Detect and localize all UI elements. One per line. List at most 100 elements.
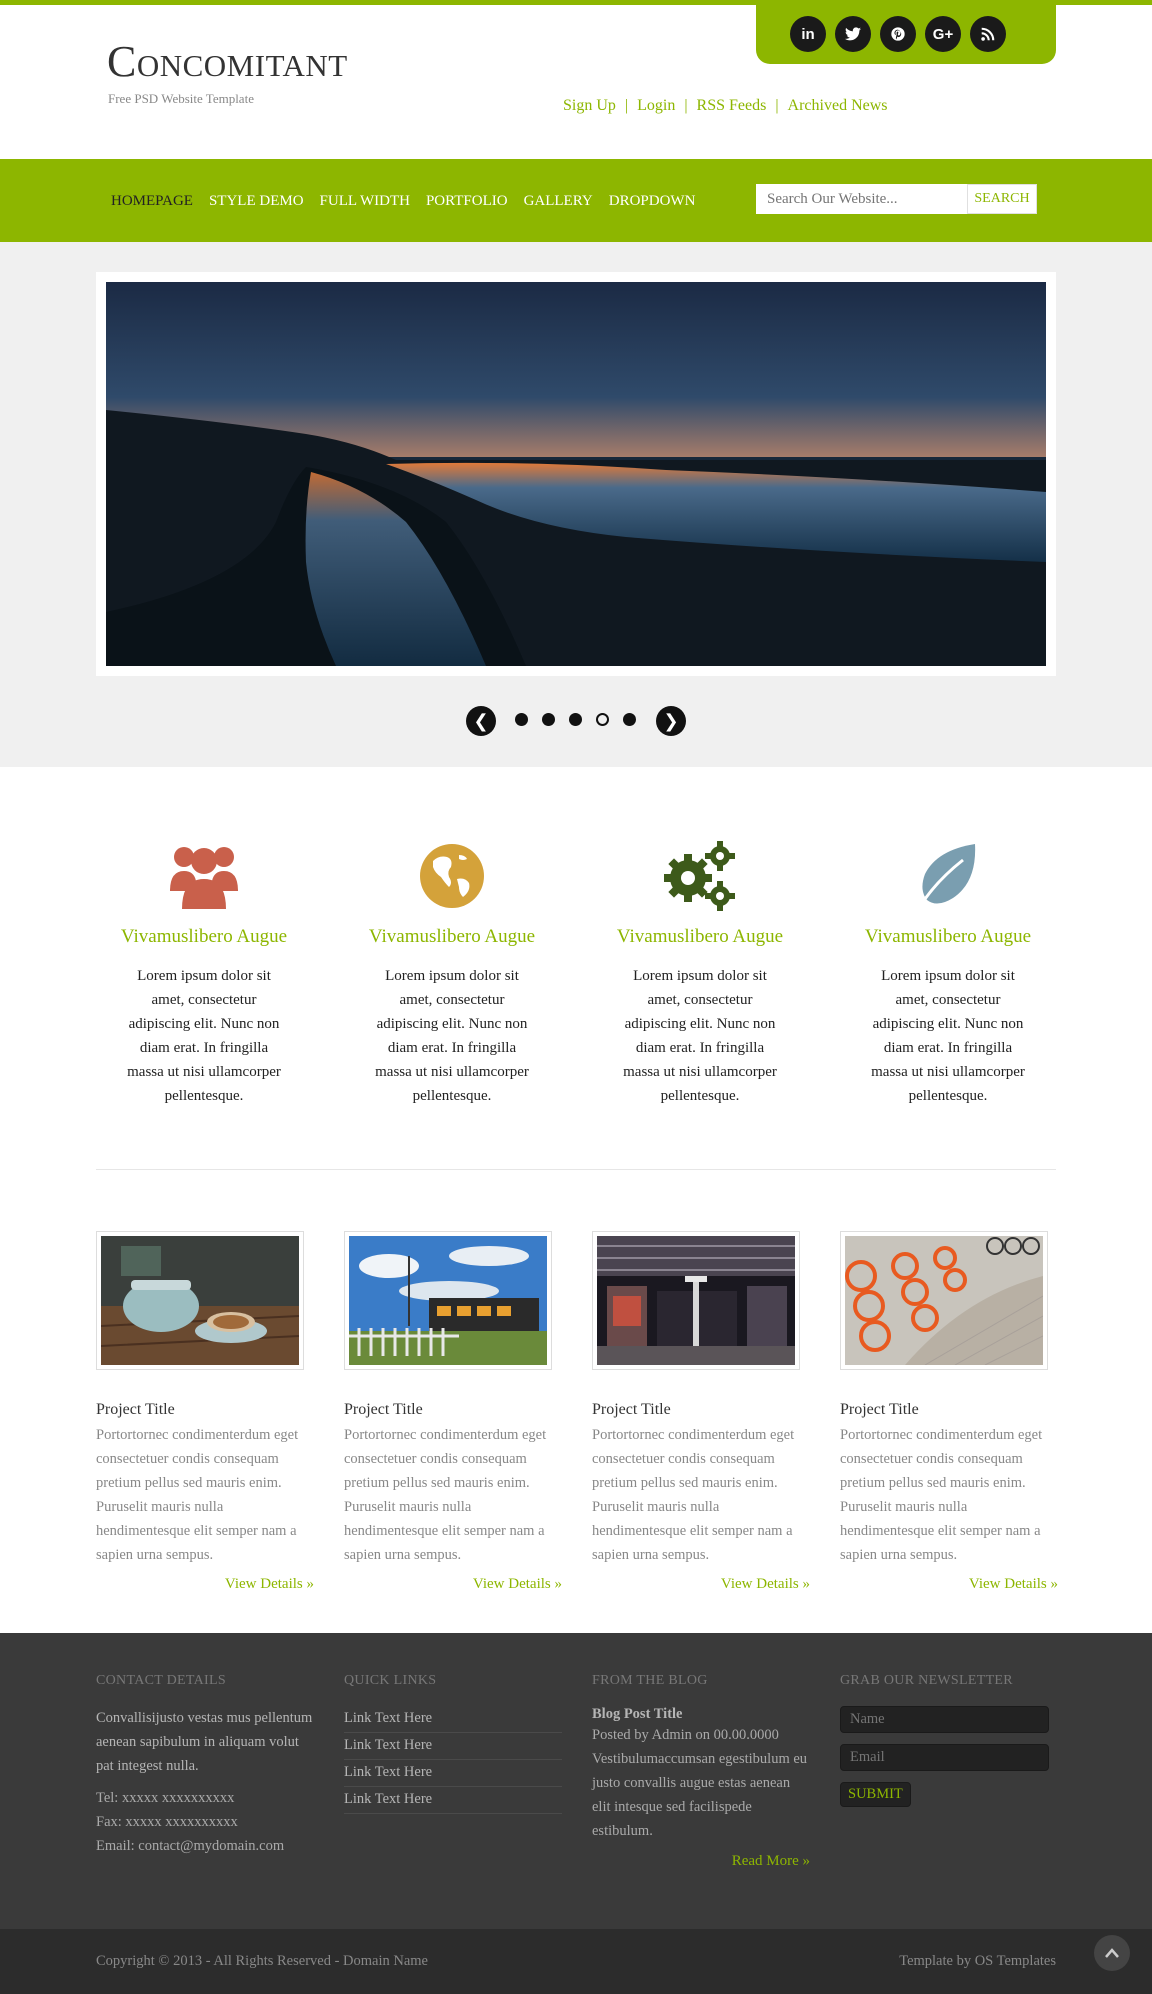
search-button[interactable]: SEARCH bbox=[967, 184, 1037, 214]
slider-prev-button[interactable]: ❮ bbox=[466, 706, 496, 736]
site-logo-title[interactable]: Concomitant bbox=[107, 37, 348, 87]
link-separator: | bbox=[624, 97, 629, 114]
project-title: Project Title bbox=[592, 1401, 671, 1418]
project-title: Project Title bbox=[840, 1401, 919, 1418]
project-image-frame[interactable] bbox=[840, 1231, 1048, 1370]
nav-item-gallery[interactable]: GALLERY bbox=[524, 193, 593, 209]
slider-dot[interactable] bbox=[569, 713, 582, 726]
quick-links-list: Link Text Here Link Text Here Link Text … bbox=[344, 1706, 562, 1814]
contact-email[interactable]: Email: contact@mydomain.com bbox=[96, 1834, 314, 1858]
newsletter-name-input[interactable] bbox=[840, 1706, 1049, 1733]
view-details-link[interactable]: View Details » bbox=[96, 1576, 314, 1593]
nav-item-portfolio[interactable]: PORTFOLIO bbox=[426, 193, 508, 209]
google-plus-icon[interactable]: G+ bbox=[925, 16, 961, 52]
newsletter-submit-button[interactable]: SUBMIT bbox=[840, 1782, 911, 1807]
copyright-bar: Copyright © 2013 - All Rights Reserved -… bbox=[0, 1929, 1152, 1994]
project-image-frame[interactable] bbox=[592, 1231, 800, 1370]
feature-text: Lorem ipsum dolor sit amet, consectetur … bbox=[623, 968, 777, 1104]
blog-post-excerpt: Vestibulumaccumsan egestibulum eu justo … bbox=[592, 1751, 808, 1839]
project-text: Portortornec condimenterdum eget consect… bbox=[840, 1427, 1043, 1563]
coffee-cup-photo bbox=[101, 1236, 299, 1365]
link-separator: | bbox=[684, 97, 688, 114]
newsletter-form: SUBMIT bbox=[840, 1706, 1058, 1807]
twitter-icon[interactable] bbox=[835, 16, 871, 52]
feature-text: Lorem ipsum dolor sit amet, consectetur … bbox=[871, 968, 1025, 1104]
search-input[interactable] bbox=[756, 184, 967, 214]
read-more-link[interactable]: Read More » bbox=[592, 1853, 810, 1870]
project-title: Project Title bbox=[344, 1401, 423, 1418]
feature-title: Vivamuslibero Augue bbox=[368, 926, 536, 947]
slider-next-button[interactable]: ❯ bbox=[656, 706, 686, 736]
leaf-icon bbox=[840, 840, 1056, 912]
quick-link[interactable]: Link Text Here bbox=[344, 1787, 562, 1814]
rss-icon[interactable] bbox=[970, 16, 1006, 52]
back-to-top-icon[interactable] bbox=[1094, 1935, 1130, 1971]
nav-item-homepage[interactable]: HOMEPAGE bbox=[111, 193, 193, 209]
slider-dot[interactable] bbox=[542, 713, 555, 726]
footer-quick-links-column: QUICK LINKS Link Text Here Link Text Her… bbox=[344, 1673, 562, 1814]
project-image-frame[interactable] bbox=[344, 1231, 552, 1370]
project-text: Portortornec condimenterdum eget consect… bbox=[344, 1427, 547, 1563]
nav-item-style-demo[interactable]: STYLE DEMO bbox=[209, 193, 304, 209]
archived-news-link[interactable]: Archived News bbox=[788, 97, 888, 114]
quick-link[interactable]: Link Text Here bbox=[344, 1706, 562, 1733]
feature-block: Vivamuslibero Augue Lorem ipsum dolor si… bbox=[96, 840, 312, 1108]
contact-fax: Fax: xxxxx xxxxxxxxxx bbox=[96, 1814, 238, 1830]
image-slider: ❮ ❯ bbox=[0, 242, 1152, 767]
globe-icon bbox=[344, 840, 560, 912]
project-card: Project Title Portortornec condimenterdu… bbox=[96, 1231, 314, 1593]
view-details-link[interactable]: View Details » bbox=[344, 1576, 562, 1593]
link-separator: | bbox=[775, 97, 779, 114]
nav-item-full-width[interactable]: FULL WIDTH bbox=[320, 193, 410, 209]
sign-up-link[interactable]: Sign Up bbox=[563, 97, 616, 114]
login-link[interactable]: Login bbox=[637, 97, 675, 114]
project-card: Project Title Portortornec condimenterdu… bbox=[344, 1231, 562, 1593]
social-links-bar: in G+ bbox=[756, 5, 1056, 64]
feature-block: Vivamuslibero Augue Lorem ipsum dolor si… bbox=[344, 840, 560, 1108]
linkedin-icon[interactable]: in bbox=[790, 16, 826, 52]
slide-image-sunset-shore[interactable] bbox=[106, 282, 1046, 666]
blog-post-title[interactable]: Blog Post Title bbox=[592, 1706, 810, 1723]
site-footer: CONTACT DETAILS Convallisijusto vestas m… bbox=[0, 1633, 1152, 1929]
template-credit[interactable]: Template by OS Templates bbox=[899, 1953, 1056, 1970]
feature-block: Vivamuslibero Augue Lorem ipsum dolor si… bbox=[840, 840, 1056, 1108]
site-logo-subtitle: Free PSD Website Template bbox=[108, 91, 254, 106]
slider-dot[interactable] bbox=[515, 713, 528, 726]
pinterest-icon[interactable] bbox=[880, 16, 916, 52]
site-header: Concomitant Free PSD Website Template in… bbox=[0, 5, 1152, 159]
section-divider bbox=[96, 1169, 1056, 1170]
newsletter-email-input[interactable] bbox=[840, 1744, 1049, 1771]
slide-frame bbox=[96, 272, 1056, 676]
project-text: Portortornec condimenterdum eget consect… bbox=[96, 1427, 299, 1563]
nav-item-dropdown[interactable]: DROPDOWN bbox=[609, 193, 696, 209]
footer-contact-column: CONTACT DETAILS Convallisijusto vestas m… bbox=[96, 1673, 314, 1858]
quick-link[interactable]: Link Text Here bbox=[344, 1760, 562, 1787]
feature-title: Vivamuslibero Augue bbox=[616, 926, 784, 947]
users-icon bbox=[96, 840, 312, 912]
contact-description: Convallisijusto vestas mus pellentum aen… bbox=[96, 1710, 313, 1774]
feature-block: Vivamuslibero Augue Lorem ipsum dolor si… bbox=[592, 840, 808, 1108]
bicycles-photo bbox=[845, 1236, 1043, 1365]
project-title: Project Title bbox=[96, 1401, 175, 1418]
slider-dot-active[interactable] bbox=[596, 713, 609, 726]
quick-link[interactable]: Link Text Here bbox=[344, 1733, 562, 1760]
feature-title: Vivamuslibero Augue bbox=[120, 926, 288, 947]
copyright-text: Copyright © 2013 - All Rights Reserved -… bbox=[96, 1953, 428, 1969]
feature-text: Lorem ipsum dolor sit amet, consectetur … bbox=[127, 968, 281, 1104]
gears-icon bbox=[592, 840, 808, 912]
view-details-link[interactable]: View Details » bbox=[840, 1576, 1058, 1593]
main-navigation: HOMEPAGE STYLE DEMO FULL WIDTH PORTFOLIO… bbox=[0, 159, 1152, 242]
rss-feeds-link[interactable]: RSS Feeds bbox=[697, 97, 767, 114]
footer-heading: QUICK LINKS bbox=[344, 1673, 437, 1688]
view-details-link[interactable]: View Details » bbox=[592, 1576, 810, 1593]
project-image-frame[interactable] bbox=[96, 1231, 304, 1370]
blog-post-meta: Posted by Admin on 00.00.0000 bbox=[592, 1727, 779, 1743]
top-links: Sign Up | Login | RSS Feeds | Archived News bbox=[563, 97, 888, 115]
contact-tel: Tel: xxxxx xxxxxxxxxx bbox=[96, 1790, 235, 1806]
station-photo bbox=[597, 1236, 795, 1365]
footer-blog-column: FROM THE BLOG Blog Post Title Posted by … bbox=[592, 1673, 810, 1870]
footer-heading: GRAB OUR NEWSLETTER bbox=[840, 1673, 1013, 1688]
slider-dot[interactable] bbox=[623, 713, 636, 726]
project-card: Project Title Portortornec condimenterdu… bbox=[592, 1231, 810, 1593]
footer-newsletter-column: GRAB OUR NEWSLETTER SUBMIT bbox=[840, 1673, 1058, 1807]
